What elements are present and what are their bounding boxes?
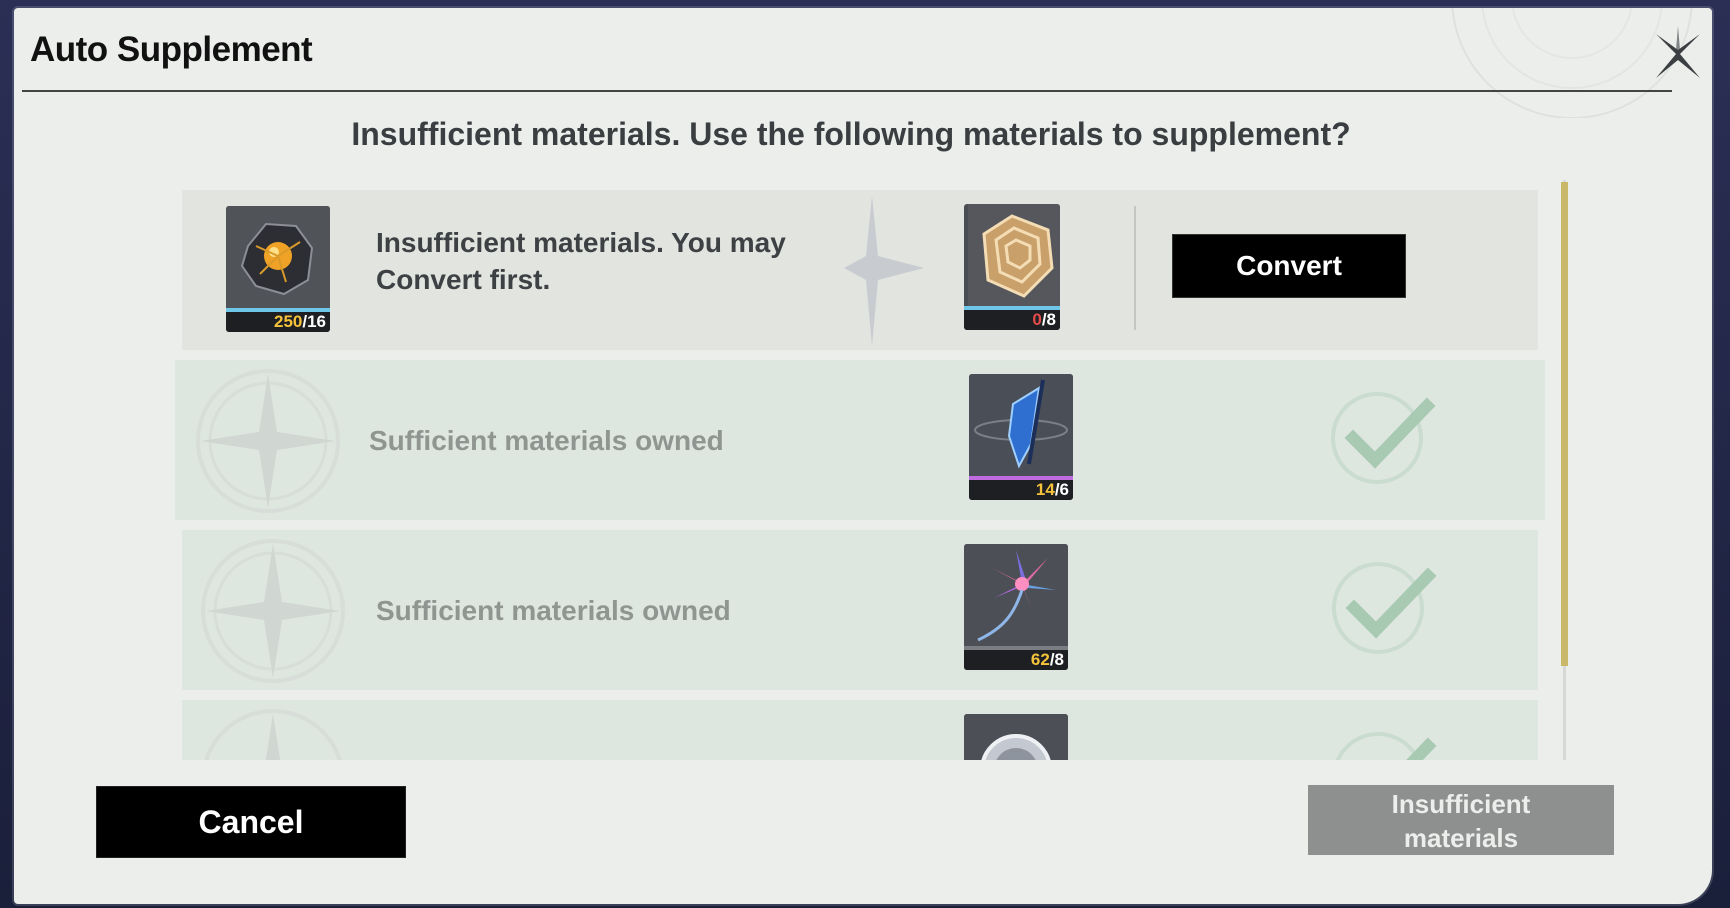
target-item-quantity: 14/6: [969, 480, 1073, 500]
dialog-decoration: [1451, 8, 1693, 118]
close-button[interactable]: [1646, 24, 1710, 88]
target-item-tile[interactable]: 0/8: [964, 204, 1060, 330]
golden-spiral-shell-icon: [968, 204, 1060, 310]
blue-crystal-spear-icon: [969, 374, 1073, 480]
row-message: Sufficient materials owned: [369, 425, 724, 456]
target-item-tile[interactable]: 62/8: [964, 544, 1068, 670]
convert-button[interactable]: Convert: [1172, 234, 1406, 298]
confirm-label-line2: materials: [1403, 823, 1519, 853]
checkmark-icon: [1331, 392, 1436, 484]
cancel-button[interactable]: Cancel: [96, 786, 406, 858]
checkmark-icon: [1332, 562, 1437, 654]
material-row-sufficient: Sufficient materials owned 14/6: [175, 360, 1545, 520]
star-emblem-icon: [196, 369, 340, 513]
star-emblem-icon: [201, 539, 345, 683]
material-row-insufficient: 250/16 Insufficient materials. You may C…: [182, 190, 1538, 350]
dialog-headline: Insufficient materials. Use the followin…: [351, 116, 1351, 152]
dialog-title: Auto Supplement: [30, 30, 313, 69]
target-item-tile[interactable]: [964, 714, 1068, 760]
target-item-quantity: 62/8: [964, 650, 1068, 670]
metal-ore-icon: [226, 206, 330, 312]
target-item-quantity: 0/8: [964, 310, 1060, 330]
pink-flower-icon: [964, 544, 1068, 650]
material-row-sufficient: Sufficient materials owned 62/8: [182, 530, 1538, 690]
sparkle-divider-icon: [844, 196, 924, 346]
source-item-tile[interactable]: 250/16: [226, 206, 330, 332]
star-emblem-icon: [204, 709, 342, 760]
material-row-partial: [182, 700, 1538, 760]
target-item-tile[interactable]: 14/6: [969, 374, 1073, 500]
row-message: Insufficient materials. You may Convert …: [376, 227, 786, 295]
title-divider: [22, 90, 1672, 92]
list-scroll-thumb[interactable]: [1561, 182, 1568, 666]
row-message: Sufficient materials owned: [376, 595, 731, 626]
close-icon: [1656, 26, 1700, 78]
source-item-quantity: 250/16: [226, 312, 330, 332]
checkmark-icon: [1335, 732, 1437, 760]
row-divider: [1134, 206, 1136, 330]
silver-disc-icon: [964, 714, 1068, 760]
confirm-label-line1: Insufficient: [1391, 789, 1531, 819]
insufficient-materials-button[interactable]: Insufficient materials: [1308, 785, 1614, 855]
material-list[interactable]: 250/16 Insufficient materials. You may C…: [160, 172, 1560, 760]
